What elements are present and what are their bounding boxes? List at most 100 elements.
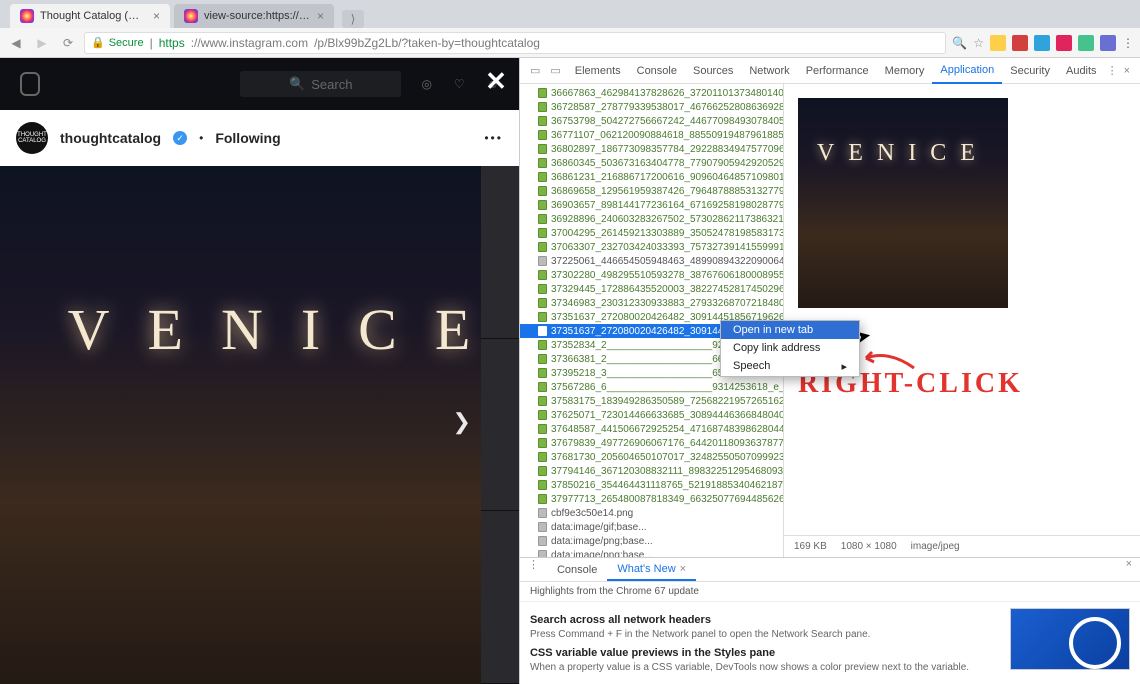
file-row[interactable]: 37794146_367120308832111_898322512954680… (520, 464, 783, 478)
document-icon (538, 102, 547, 112)
document-icon (538, 200, 547, 210)
ext-icon[interactable] (1012, 35, 1028, 51)
devtools-tab-security[interactable]: Security (1002, 58, 1058, 84)
file-name: 37346983_230312330933883_279332687072184… (551, 298, 783, 309)
document-icon (538, 116, 547, 126)
devtools-tab-elements[interactable]: Elements (567, 58, 629, 84)
file-row[interactable]: 37302280_498295510593278_387676061800089… (520, 268, 783, 282)
drawer-menu-icon[interactable]: ⋮ (520, 558, 547, 581)
file-row[interactable]: 36869658_129561959387426_796487888531327… (520, 184, 783, 198)
drawer-tab-console[interactable]: Console (547, 558, 607, 581)
file-row[interactable]: 37681730_205604650107017_324825505070999… (520, 450, 783, 464)
file-row[interactable]: 36667863_462984137828626_372011013734801… (520, 86, 783, 100)
file-row[interactable]: data:image/gif;base... (520, 520, 783, 534)
file-size: 169 KB (794, 541, 827, 552)
document-icon (538, 256, 547, 266)
more-icon[interactable]: ••• (484, 131, 503, 145)
back-button[interactable]: ◀ (6, 33, 26, 53)
thumb[interactable] (481, 339, 519, 512)
document-icon (538, 270, 547, 280)
thumb[interactable] (481, 511, 519, 684)
document-icon (538, 158, 547, 168)
ext-icon[interactable] (1078, 35, 1094, 51)
drawer-tab-whatsnew[interactable]: What's New × (607, 558, 696, 581)
username[interactable]: thoughtcatalog (60, 130, 161, 146)
devtools-tab-console[interactable]: Console (629, 58, 685, 84)
file-row[interactable]: 37977713_265480087818349_663250776944856… (520, 492, 783, 506)
file-row[interactable]: 37648587_441506672925254_471687483986280… (520, 422, 783, 436)
drawer-section-title: Search across all network headers (530, 614, 1000, 626)
file-row[interactable]: 36903657_898144177236164_671692581980287… (520, 198, 783, 212)
menu-icon[interactable]: ⋮ (1122, 36, 1134, 50)
next-arrow-icon[interactable]: ❯ (453, 409, 471, 435)
secure-label: Secure (109, 37, 144, 49)
devtools-tab-network[interactable]: Network (741, 58, 797, 84)
document-icon (538, 382, 547, 392)
browser-tab-active[interactable]: Thought Catalog (@thoughtca × (10, 4, 170, 28)
file-row[interactable]: 36861231_216886717200616_909604648571098… (520, 170, 783, 184)
file-row[interactable]: 36728587_278779339538017_467662528086369… (520, 100, 783, 114)
device-icon[interactable]: ▭ (546, 64, 564, 77)
file-row[interactable]: 37063307_232703424033393_757327391415599… (520, 240, 783, 254)
omnibox[interactable]: 🔒 Secure | https://www.instagram.com/p/B… (84, 32, 946, 54)
thumb[interactable] (481, 166, 519, 339)
close-icon[interactable]: ✕ (485, 66, 507, 97)
close-icon[interactable]: × (317, 9, 324, 23)
file-row[interactable]: data:image/png;base... (520, 534, 783, 548)
close-icon[interactable]: × (680, 563, 686, 575)
file-row[interactable]: 37583175_183949286350589_725682219572651… (520, 394, 783, 408)
browser-tab-inactive[interactable]: view-source:https://www.insta × (174, 4, 334, 28)
file-row[interactable]: 37625071_723014466633685_308944463668480… (520, 408, 783, 422)
drawer-heading: Highlights from the Chrome 67 update (520, 582, 1140, 602)
context-menu: Open in new tabCopy link addressSpeech▸ (720, 320, 860, 377)
pinterest-icon[interactable] (1056, 35, 1072, 51)
drawer-section-title: CSS variable value previews in the Style… (530, 647, 1000, 659)
document-icon (538, 88, 547, 98)
close-icon[interactable]: × (153, 9, 160, 23)
zoom-icon[interactable]: 🔍 (952, 36, 967, 50)
file-row[interactable]: 37679839_497726906067176_644201180936378… (520, 436, 783, 450)
context-menu-item[interactable]: Open in new tab (721, 321, 859, 339)
inspect-icon[interactable]: ▭ (526, 64, 544, 77)
drawer-close-icon[interactable]: × (1118, 558, 1140, 581)
star-icon[interactable]: ☆ (973, 36, 984, 50)
file-row[interactable]: 36802897_186773098357784_292288349475770… (520, 142, 783, 156)
file-row[interactable]: 36753798_504272756667242_446770984930784… (520, 114, 783, 128)
ext-icon[interactable] (1034, 35, 1050, 51)
ext-icon[interactable] (990, 35, 1006, 51)
file-row[interactable]: cbf9e3c50e14.png (520, 506, 783, 520)
document-icon (538, 172, 547, 182)
devtools-tab-audits[interactable]: Audits (1058, 58, 1105, 84)
reload-button[interactable]: ⟳ (58, 33, 78, 53)
devtools-close-icon[interactable]: × (1120, 65, 1134, 77)
avatar[interactable]: THOUGHTCATALOG (16, 122, 48, 154)
new-tab-button[interactable]: ⟩ (342, 10, 364, 28)
file-row[interactable]: data:image/png;base... (520, 548, 783, 557)
following-button[interactable]: Following (215, 130, 280, 146)
devtools-tab-memory[interactable]: Memory (877, 58, 933, 84)
forward-button[interactable]: ▶ (32, 33, 52, 53)
file-row[interactable]: 36771107_062120090884618_885509194879618… (520, 128, 783, 142)
devtools-tab-application[interactable]: Application (932, 58, 1002, 84)
file-row[interactable]: 37004295_261459213303889_350524781985831… (520, 226, 783, 240)
file-row[interactable]: 37346983_230312330933883_279332687072184… (520, 296, 783, 310)
devtools-tab-performance[interactable]: Performance (798, 58, 877, 84)
file-name: data:image/gif;base... (551, 522, 647, 533)
file-row[interactable]: 37850216_354464431118765_521918853404621… (520, 478, 783, 492)
context-menu-item[interactable]: Copy link address (721, 339, 859, 357)
drawer-section-text: Press Command + F in the Network panel t… (530, 628, 1000, 641)
file-row[interactable]: 37329445_172886435520003_382274528174502… (520, 282, 783, 296)
thumbnail-column (481, 166, 519, 684)
file-row[interactable]: 37567286_6___________________9314253618_… (520, 380, 783, 394)
document-icon (538, 340, 547, 350)
file-name: 37567286_6___________________9314253618_… (551, 382, 783, 393)
devtools-tab-sources[interactable]: Sources (685, 58, 741, 84)
context-menu-item[interactable]: Speech▸ (721, 357, 859, 376)
devtools-menu-icon[interactable]: ⋮ (1107, 64, 1118, 77)
file-row[interactable]: 36928896_240603283267502_573028621173863… (520, 212, 783, 226)
file-row[interactable]: 37225061_446654505948463_489908943220900… (520, 254, 783, 268)
file-name: cbf9e3c50e14.png (551, 508, 633, 519)
file-name: 37850216_354464431118765_521918853404621… (551, 480, 783, 491)
file-row[interactable]: 36860345_503673163404778_779079059429205… (520, 156, 783, 170)
ext-icon[interactable] (1100, 35, 1116, 51)
